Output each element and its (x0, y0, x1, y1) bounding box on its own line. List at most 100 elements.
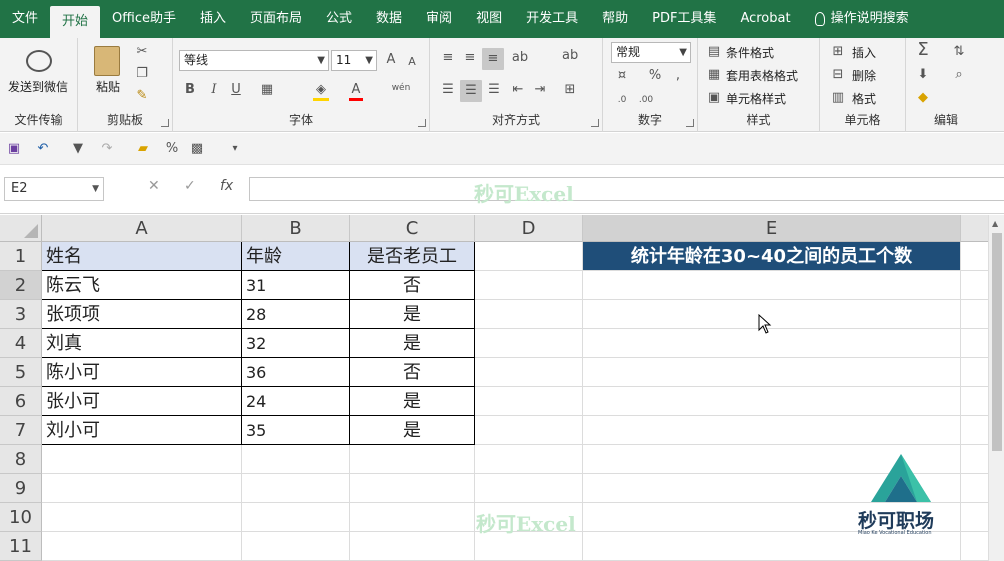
tab-pdf-tools[interactable]: PDF工具集 (640, 0, 728, 38)
column-header-b[interactable]: B (242, 215, 350, 242)
cell-c10[interactable] (350, 503, 475, 532)
tab-page-layout[interactable]: 页面布局 (238, 0, 314, 38)
row-header-9[interactable]: 9 (0, 474, 42, 503)
tab-office-helper[interactable]: Office助手 (100, 0, 188, 38)
row-header-8[interactable]: 8 (0, 445, 42, 474)
tab-help[interactable]: 帮助 (590, 0, 640, 38)
insert-function-button[interactable]: fx (220, 178, 233, 194)
cell-f6[interactable] (961, 387, 988, 416)
cell-e3[interactable] (583, 300, 961, 329)
autosum-button[interactable]: Σ (914, 41, 932, 59)
border-icon[interactable]: ▦ (259, 82, 275, 98)
cell-d3[interactable] (475, 300, 583, 329)
format-button[interactable]: 格式 (852, 90, 876, 107)
bold-button[interactable]: B (183, 82, 197, 98)
conditional-format-button[interactable]: 条件格式 (726, 44, 774, 61)
dialog-launcher-icon[interactable] (161, 119, 169, 127)
cell-a9[interactable] (42, 474, 242, 503)
cell-e2[interactable] (583, 271, 961, 300)
cell-c3[interactable]: 是 (350, 300, 475, 329)
cell-a7[interactable]: 刘小可 (42, 416, 242, 445)
percent-button[interactable]: % (647, 68, 663, 84)
column-header-d[interactable]: D (475, 215, 583, 242)
cell-b7[interactable]: 35 (242, 416, 350, 445)
scrollbar-thumb[interactable] (992, 233, 1002, 451)
open-folder-icon[interactable]: ▰ (134, 141, 152, 157)
row-header-1[interactable]: 1 (0, 242, 42, 271)
undo-icon[interactable]: ↶ (34, 141, 52, 157)
cell-b9[interactable] (242, 474, 350, 503)
row-header-6[interactable]: 6 (0, 387, 42, 416)
enter-icon[interactable]: ✓ (184, 178, 196, 194)
tab-data[interactable]: 数据 (364, 0, 414, 38)
redo-icon[interactable]: ↷ (98, 141, 116, 157)
tab-formulas[interactable]: 公式 (314, 0, 364, 38)
tab-acrobat[interactable]: Acrobat (728, 0, 802, 38)
cell-c2[interactable]: 否 (350, 271, 475, 300)
cell-f2[interactable] (961, 271, 988, 300)
cell-a6[interactable]: 张小可 (42, 387, 242, 416)
cell-d7[interactable] (475, 416, 583, 445)
align-top-icon[interactable]: ≡ (440, 50, 456, 66)
cell-f8[interactable] (961, 445, 988, 474)
dialog-launcher-icon[interactable] (686, 119, 694, 127)
scroll-up-icon[interactable]: ▲ (992, 219, 998, 228)
tab-review[interactable]: 审阅 (414, 0, 464, 38)
row-header-10[interactable]: 10 (0, 503, 42, 532)
cell-b3[interactable]: 28 (242, 300, 350, 329)
cell-b5[interactable]: 36 (242, 358, 350, 387)
cell-d2[interactable] (475, 271, 583, 300)
cell-e4[interactable] (583, 329, 961, 358)
row-header-4[interactable]: 4 (0, 329, 42, 358)
column-header-a[interactable]: A (42, 215, 242, 242)
column-header-f[interactable] (961, 215, 988, 242)
row-header-11[interactable]: 11 (0, 532, 42, 561)
cell-b2[interactable]: 31 (242, 271, 350, 300)
cell-d1[interactable] (475, 242, 583, 271)
cell-c5[interactable]: 否 (350, 358, 475, 387)
tell-me-search[interactable]: 操作说明搜索 (803, 0, 921, 38)
cell-c1[interactable]: 是否老员工 (350, 242, 475, 271)
tab-developer[interactable]: 开发工具 (514, 0, 590, 38)
fill-icon[interactable]: ⬇ (914, 67, 932, 83)
comma-button[interactable]: , (671, 68, 685, 84)
cell-c4[interactable]: 是 (350, 329, 475, 358)
cell-d4[interactable] (475, 329, 583, 358)
row-header-7[interactable]: 7 (0, 416, 42, 445)
row-header-5[interactable]: 5 (0, 358, 42, 387)
cell-a8[interactable] (42, 445, 242, 474)
row-header-2[interactable]: 2 (0, 271, 42, 300)
cell-b10[interactable] (242, 503, 350, 532)
grow-font-icon[interactable]: A (383, 52, 399, 68)
currency-icon[interactable]: ¤ (613, 68, 631, 84)
cell-a4[interactable]: 刘真 (42, 329, 242, 358)
vertical-scrollbar[interactable]: ▲ (988, 215, 1004, 561)
decrease-indent-icon[interactable]: ⇤ (510, 82, 526, 98)
cell-b8[interactable] (242, 445, 350, 474)
increase-indent-icon[interactable]: ⇥ (532, 82, 548, 98)
merge-center-icon[interactable]: ⊞ (562, 82, 578, 98)
cell-c7[interactable]: 是 (350, 416, 475, 445)
formula-input[interactable] (249, 177, 1004, 201)
cut-icon[interactable]: ✂ (134, 44, 150, 60)
row-header-3[interactable]: 3 (0, 300, 42, 329)
tab-view[interactable]: 视图 (464, 0, 514, 38)
cell-b11[interactable] (242, 532, 350, 561)
align-left-icon[interactable]: ☰ (440, 82, 456, 98)
percent-style-icon[interactable]: % (164, 141, 180, 157)
cancel-icon[interactable]: ✕ (148, 178, 160, 194)
cell-d6[interactable] (475, 387, 583, 416)
orientation-icon[interactable]: ab (510, 50, 530, 66)
cell-a2[interactable]: 陈云飞 (42, 271, 242, 300)
cell-f11[interactable] (961, 532, 988, 561)
cell-c11[interactable] (350, 532, 475, 561)
cell-a3[interactable]: 张项项 (42, 300, 242, 329)
find-select-icon[interactable]: ⌕ (950, 67, 968, 83)
sort-filter-icon[interactable]: ⇅ (950, 44, 968, 60)
cell-e6[interactable] (583, 387, 961, 416)
decrease-decimal-icon[interactable]: .00 (637, 92, 655, 108)
cell-f1[interactable] (961, 242, 988, 271)
clear-icon[interactable]: ◆ (914, 90, 932, 106)
wrap-text-icon[interactable]: ab (562, 48, 578, 64)
shrink-font-icon[interactable]: A (405, 54, 419, 70)
